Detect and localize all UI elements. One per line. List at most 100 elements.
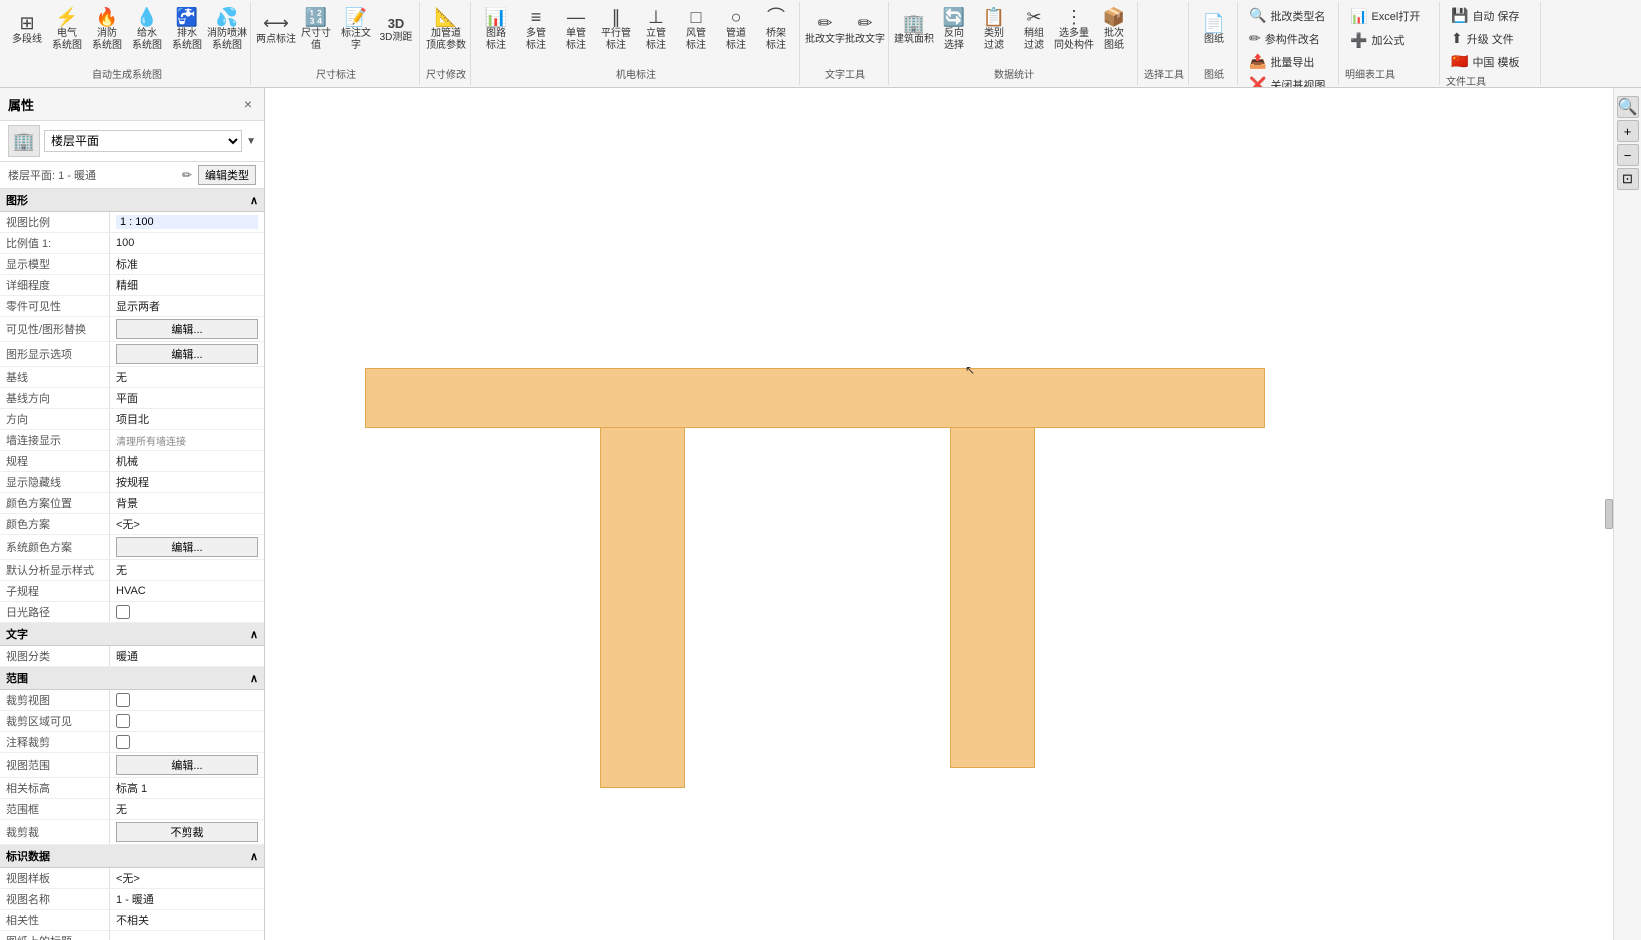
prop-row-color-pos: 颜色方案位置 背景: [0, 493, 264, 514]
btn-drain-sys[interactable]: 🚰 排水系统图: [168, 4, 206, 56]
btn-drawing[interactable]: 📄 图纸: [1195, 4, 1233, 56]
btn-modify-text[interactable]: ✏ 批改文字: [806, 4, 844, 56]
btn-orient[interactable]: 🔄 反向选择: [935, 4, 973, 56]
btn-dim-val[interactable]: 🔢 尺寸寸值: [297, 4, 335, 56]
btn-upgrade-file[interactable]: ⬆ 升级 文件: [1446, 27, 1536, 50]
prop-row-baseline: 基线 无: [0, 367, 264, 388]
btn-vertical[interactable]: ⊥ 立管标注: [637, 4, 675, 56]
scroll-handle[interactable]: [1605, 499, 1613, 529]
btn-bridge[interactable]: ⌒ 桥架标注: [757, 4, 795, 56]
main-area: 属性 × 🏢 楼层平面 ▼ 楼层平面: 1 - 暖通 ✏ 编辑类型 图形 ∧: [0, 88, 1641, 940]
batch-type-icon: 🔍: [1249, 7, 1266, 24]
zoom-out-btn[interactable]: −: [1617, 144, 1639, 166]
panel-header: 属性 ×: [0, 88, 264, 121]
multi-seg-icon: ⊞: [19, 14, 34, 32]
btn-excel-open[interactable]: 📊 Excel打开: [1345, 4, 1435, 28]
section-header-graphic[interactable]: 图形 ∧: [0, 189, 264, 212]
prop-row-view-template: 视图样板 <无>: [0, 868, 264, 889]
group-label-stats: 数据统计: [994, 66, 1034, 83]
group-label-dim: 尺寸标注: [316, 66, 356, 83]
view-type-select[interactable]: 楼层平面: [44, 130, 242, 152]
prop-row-view-range: 视图范围 编辑...: [0, 753, 264, 778]
prop-row-sunpath: 日光路径: [0, 602, 264, 623]
china-icon: 🇨🇳: [1451, 53, 1468, 70]
prop-row-crop-clip: 裁剪裁 不剪裁: [0, 820, 264, 845]
btn-batch-modify-name[interactable]: ✏ 参构件改名: [1244, 27, 1334, 50]
btn-batch-export[interactable]: 📤 批量导出: [1244, 50, 1334, 73]
btn-water-sys[interactable]: 💧 给水系统图: [128, 4, 166, 56]
section-header-identity[interactable]: 标识数据 ∧: [0, 845, 264, 868]
btn-add-pipe[interactable]: 📐 加管道顶底参数: [427, 4, 465, 56]
btn-elec-sys[interactable]: ⚡ 电气系统图: [48, 4, 86, 56]
prop-row-baseline-dir: 基线方向 平面: [0, 388, 264, 409]
annotation-crop-checkbox[interactable]: [116, 735, 130, 749]
btn-single-pipe[interactable]: — 单管标注: [557, 4, 595, 56]
toolbar-group-text: ✏ 批改文字 ✏ 批改文字 文字工具: [802, 2, 889, 85]
zoom-fit-btn[interactable]: ⊡: [1617, 168, 1639, 190]
right-column: [950, 428, 1035, 768]
toolbar-group-auto-gen: ⊞ 多段线 ⚡ 电气系统图 🔥 消防系统图 💧 给水系统图 🚰 排水系统图 💦: [4, 2, 251, 85]
panel-close-btn[interactable]: ×: [240, 94, 256, 114]
btn-add-formula[interactable]: ➕ 加公式: [1345, 28, 1435, 52]
group-label-select: 选择工具: [1144, 66, 1184, 83]
prop-row-analysis-style: 默认分析显示样式 无: [0, 560, 264, 581]
save-icon: 💾: [1451, 7, 1468, 24]
panel-view-row: 🏢 楼层平面 ▼: [0, 121, 264, 162]
toolbar-group-file: 💾 自动 保存 ⬆ 升级 文件 🇨🇳 中国 模板 文件工具: [1442, 2, 1541, 85]
prop-row-scope-box: 范围框 无: [0, 799, 264, 820]
crop-region-checkbox[interactable]: [116, 714, 130, 728]
sunpath-checkbox[interactable]: [116, 605, 130, 619]
toolbar-group-stats: 🏢 建筑面积 🔄 反向选择 📋 类别过滤 ✂ 稍组过滤 ⋮ 选多量同处构件 📦: [891, 2, 1138, 85]
canvas-area[interactable]: ↖ 🔍 + − ⊡: [265, 88, 1641, 940]
crop-view-checkbox[interactable]: [116, 693, 130, 707]
btn-building-area[interactable]: 🏢 建筑面积: [895, 4, 933, 56]
section-header-range[interactable]: 范围 ∧: [0, 667, 264, 690]
prop-row-crop-region: 裁剪区域可见: [0, 711, 264, 732]
btn-multi-seg[interactable]: ⊞ 多段线: [8, 4, 46, 56]
view-range-btn[interactable]: 编辑...: [116, 755, 258, 775]
vis-override-btn[interactable]: 编辑...: [116, 319, 258, 339]
btn-3d[interactable]: 3D 3D测距: [377, 4, 415, 56]
group-label-drawing: 图纸: [1204, 66, 1224, 83]
crop-clip-btn[interactable]: 不剪裁: [116, 822, 258, 842]
zoom-in-btn[interactable]: +: [1617, 120, 1639, 142]
btn-two-point[interactable]: ⟷ 两点标注: [257, 4, 295, 56]
toolbar: ⊞ 多段线 ⚡ 电气系统图 🔥 消防系统图 💧 给水系统图 🚰 排水系统图 💦: [0, 0, 1641, 88]
btn-pipe-diag[interactable]: 📊 图路标注: [477, 4, 515, 56]
btn-batch[interactable]: 📦 批次图纸: [1095, 4, 1133, 56]
floor-level-row: 楼层平面: 1 - 暖通 ✏ 编辑类型: [0, 162, 264, 189]
panel-title: 属性: [8, 95, 34, 114]
btn-spray-sys[interactable]: 💦 消防喷淋系统图: [208, 4, 246, 56]
btn-close-base[interactable]: ❌ 关闭基视图: [1244, 73, 1334, 88]
btn-modify-text2[interactable]: ✏ 批改文字: [846, 4, 884, 56]
prop-row-discipline: 规程 机械: [0, 451, 264, 472]
edit-type-btn[interactable]: 编辑类型: [198, 165, 256, 185]
section-header-text[interactable]: 文字 ∧: [0, 623, 264, 646]
btn-normal-pipe[interactable]: ○ 管道标注: [717, 4, 755, 56]
btn-china-template[interactable]: 🇨🇳 中国 模板: [1446, 50, 1536, 73]
prop-row-vis-override: 可见性/图形替换 编辑...: [0, 317, 264, 342]
btn-more-filter[interactable]: ⋮ 选多量同处构件: [1055, 4, 1093, 56]
btn-auto-save[interactable]: 💾 自动 保存: [1446, 4, 1536, 27]
prop-row-hidden-lines: 显示隐藏线 按规程: [0, 472, 264, 493]
btn-dim-note[interactable]: 📝 标注文字: [337, 4, 375, 56]
graphic-display-btn[interactable]: 编辑...: [116, 344, 258, 364]
elec-icon: ⚡: [56, 8, 78, 26]
btn-parallel-pipe[interactable]: ∥ 平行管标注: [597, 4, 635, 56]
view-scale-input[interactable]: [116, 215, 258, 229]
properties-table: 图形 ∧ 视图比例 比例值 1: 100 显示模型 标准 详细程度 精细: [0, 189, 264, 940]
sys-color-btn[interactable]: 编辑...: [116, 537, 258, 557]
btn-duct[interactable]: □ 风管标注: [677, 4, 715, 56]
prop-row-wall-join: 墙连接显示 清理所有墙连接: [0, 430, 264, 451]
btn-trim[interactable]: ✂ 稍组过滤: [1015, 4, 1053, 56]
btn-category[interactable]: 📋 类别过滤: [975, 4, 1013, 56]
batch-export-icon: 📤: [1249, 53, 1266, 70]
btn-batch-type-name[interactable]: 🔍 批改类型名: [1244, 4, 1334, 27]
drain-icon: 🚰: [176, 8, 198, 26]
prop-row-relevance: 相关性 不相关: [0, 910, 264, 931]
btn-multi-pipe[interactable]: ≡ 多管标注: [517, 4, 555, 56]
prop-row-scale-val: 比例值 1: 100: [0, 233, 264, 254]
prop-row-related-level: 相关标高 标高 1: [0, 778, 264, 799]
btn-fire-sys[interactable]: 🔥 消防系统图: [88, 4, 126, 56]
prop-row-display-model: 显示模型 标准: [0, 254, 264, 275]
